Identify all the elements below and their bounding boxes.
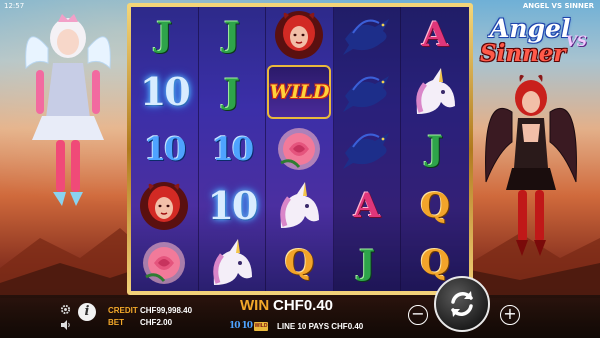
reel-cell: J <box>334 234 401 291</box>
payline-symbol-ten: 10 <box>241 321 253 331</box>
reel-cell: 10 <box>131 121 198 178</box>
bet-label: BET <box>108 318 124 327</box>
symbol-raven <box>343 19 390 56</box>
reel-grid: J 10 10 J J 10 10 WILD Q A J A J Q Q <box>131 7 469 291</box>
symbol-raven <box>343 76 390 113</box>
winning-line-symbols: 10 10 WILD <box>229 321 269 331</box>
symbol-a: A <box>353 185 381 226</box>
sinner-character <box>485 74 577 256</box>
symbol-j: J <box>359 242 376 283</box>
spin-arrows-icon <box>451 291 473 317</box>
symbol-unicorn <box>213 238 252 285</box>
win-amount: CHF0.40 <box>273 297 334 314</box>
reel-cell: A <box>334 177 401 234</box>
game-logo: Angel VS Sinner <box>478 14 596 84</box>
credit-label: CREDIT <box>108 306 138 315</box>
wild-label: WILD <box>269 81 330 104</box>
gear-icon[interactable] <box>60 304 71 315</box>
symbol-devil <box>140 181 189 230</box>
bet-value: CHF2.00 <box>140 318 173 327</box>
reel-cell: Q <box>401 177 469 234</box>
payline-symbol-wild: WILD <box>254 321 269 331</box>
increase-bet-button[interactable]: + <box>500 305 520 325</box>
reels-frame: J 10 10 J J 10 10 WILD Q A J A J Q Q <box>127 3 473 295</box>
reel-cell <box>401 64 469 121</box>
reel-cell: J <box>199 64 266 121</box>
reel-cell: 10 <box>199 177 266 234</box>
reel-1: J 10 10 <box>131 7 199 291</box>
symbol-rose <box>278 127 321 170</box>
symbol-ten: 10 <box>207 182 258 228</box>
payline-symbol-ten: 10 <box>229 321 240 331</box>
reel-cell: 10 <box>131 64 198 121</box>
symbol-ten: 10 <box>144 129 187 168</box>
reel-cell: J <box>401 121 469 178</box>
logo-angel-text: Angel <box>490 14 571 43</box>
reel-cell: J <box>131 7 198 64</box>
decrease-bet-button[interactable]: − <box>408 305 428 325</box>
reel-3: WILD Q <box>266 7 334 291</box>
reel-cell <box>266 177 333 234</box>
symbol-q: Q <box>420 242 450 283</box>
symbol-a: A <box>421 15 449 56</box>
symbol-q: Q <box>420 185 450 226</box>
line-win-info: LINE 10 PAYS CHF0.40 <box>277 322 364 331</box>
reel-cell <box>131 177 198 234</box>
reel-cell <box>131 234 198 291</box>
reel-4: AJ <box>333 7 402 291</box>
symbol-j: J <box>156 15 173 56</box>
reel-cell <box>266 7 333 64</box>
symbol-q: Q <box>284 242 315 283</box>
spin-button[interactable] <box>434 276 490 332</box>
logo-sinner-text: Sinner <box>480 40 566 67</box>
speaker-icon[interactable] <box>60 320 72 330</box>
angel-character <box>25 14 111 206</box>
reel-cell <box>199 234 266 291</box>
reel-cell: J <box>199 7 266 64</box>
reel-cell <box>266 121 333 178</box>
reel-cell <box>334 121 401 178</box>
reel-cell: A <box>401 7 469 64</box>
reel-cell <box>334 64 401 121</box>
reel-cell: 10 <box>199 121 266 178</box>
symbol-ten: 10 <box>211 129 255 168</box>
reel-cell: WILD <box>266 64 333 121</box>
symbol-j: J <box>427 128 444 169</box>
symbol-wild: WILD <box>267 65 332 120</box>
symbol-raven <box>343 132 390 169</box>
game-title: ANGEL VS SINNER <box>522 2 594 10</box>
symbol-j: J <box>223 15 240 56</box>
info-button[interactable]: i <box>78 303 96 321</box>
reel-cell <box>334 7 401 64</box>
reel-5: AJQQ <box>401 7 469 291</box>
symbol-unicorn <box>280 181 320 228</box>
symbol-unicorn <box>416 68 456 115</box>
reel-cell: Q <box>266 234 333 291</box>
logo-vs-text: VS <box>566 34 587 50</box>
symbol-devil <box>275 11 324 60</box>
win-label: WIN <box>240 297 270 314</box>
reel-2: J J 10 10 <box>199 7 267 291</box>
credit-value: CHF99,998.40 <box>140 306 193 315</box>
symbol-ten: 10 <box>139 69 191 115</box>
symbol-j: J <box>223 72 240 113</box>
symbol-rose <box>143 241 186 284</box>
